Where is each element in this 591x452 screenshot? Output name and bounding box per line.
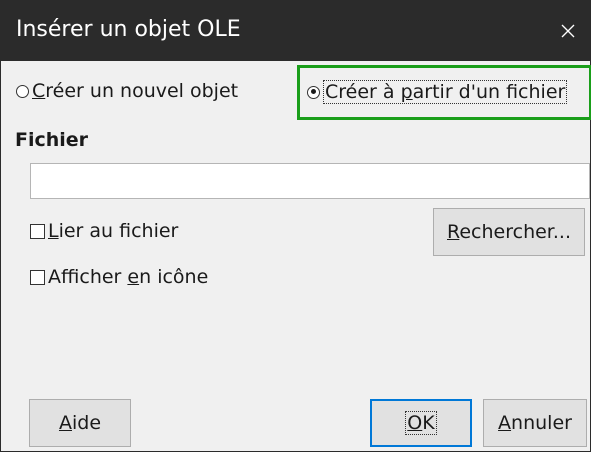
display-as-icon-label: Afficher en icône — [48, 266, 209, 288]
radio-create-new-object[interactable]: Créer un nouvel objet — [16, 80, 238, 102]
radio-create-from-file[interactable]: Créer à partir d'un fichier — [307, 80, 568, 104]
checkbox-display-as-icon[interactable]: Afficher en icône — [30, 266, 208, 288]
browse-button-label: Rechercher... — [447, 221, 571, 243]
link-to-file-label: Lier au fichier — [48, 220, 179, 242]
ok-button-label: OK — [405, 411, 437, 435]
help-button[interactable]: Aide — [29, 399, 131, 447]
radio-button[interactable] — [16, 84, 29, 98]
file-section-label: Fichier — [15, 129, 89, 151]
file-path-input[interactable] — [30, 163, 590, 199]
checkbox[interactable] — [30, 223, 45, 239]
radio-create-from-file-label: Créer à partir d'un fichier — [323, 80, 568, 104]
ok-button[interactable]: OK — [370, 399, 472, 447]
radio-button-checked[interactable] — [307, 85, 320, 99]
browse-button[interactable]: Rechercher... — [433, 208, 585, 256]
radio-create-new-label: Créer un nouvel objet — [32, 80, 239, 102]
help-button-label: Aide — [58, 412, 102, 434]
title-bar: Insérer un objet OLE — [1, 1, 591, 61]
cancel-button[interactable]: Annuler — [483, 399, 587, 447]
cancel-button-label: Annuler — [498, 412, 572, 434]
close-button[interactable] — [544, 1, 591, 61]
close-icon — [561, 24, 575, 38]
dialog-title: Insérer un objet OLE — [16, 17, 241, 42]
ole-dialog: Insérer un objet OLE Créer un nouvel obj… — [0, 0, 591, 452]
checkbox[interactable] — [30, 269, 45, 285]
checkbox-link-to-file[interactable]: Lier au fichier — [30, 220, 178, 242]
